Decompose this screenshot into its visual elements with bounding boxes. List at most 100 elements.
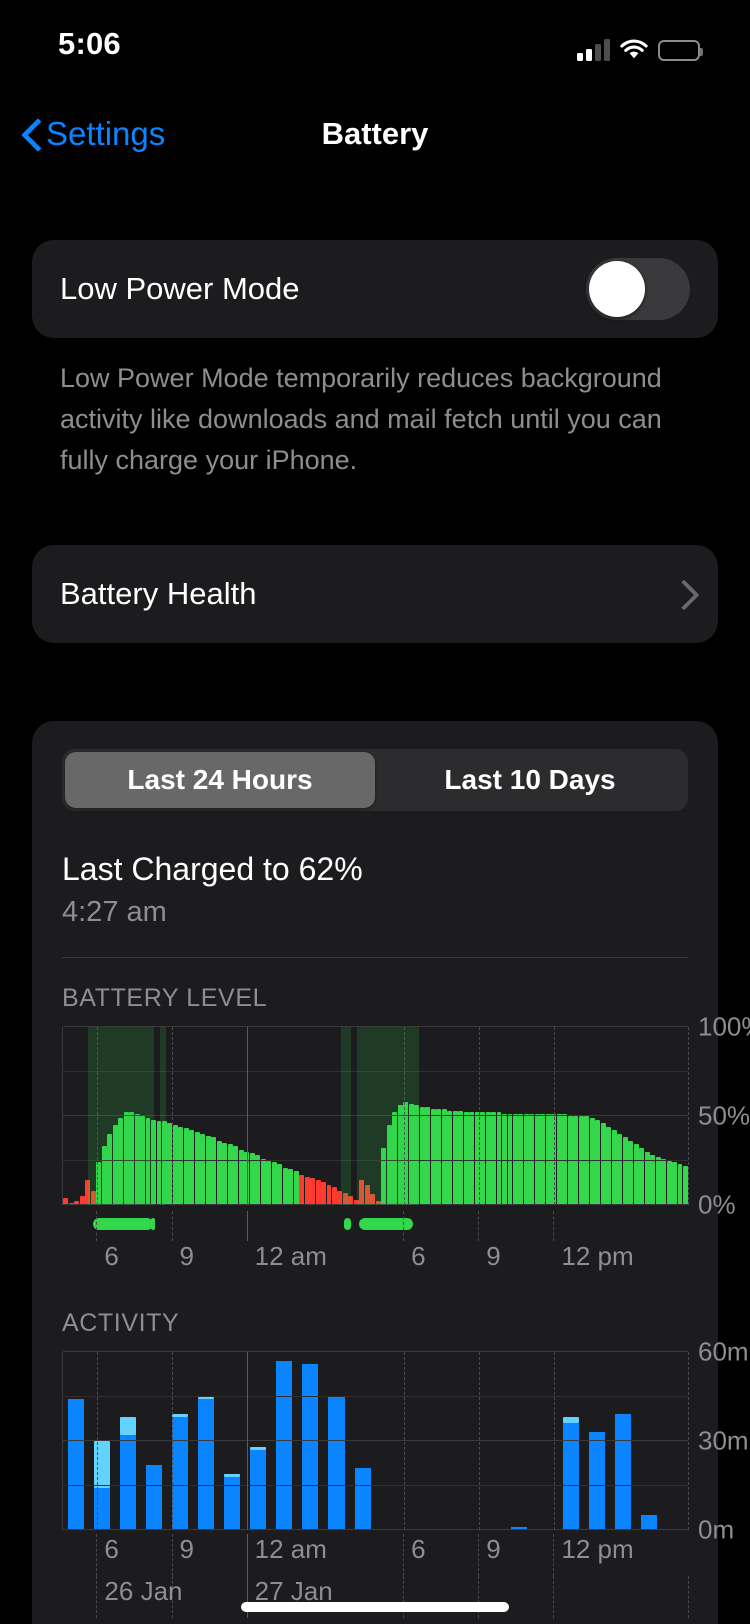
time-range-segmented-control[interactable]: Last 24 Hours Last 10 Days	[62, 749, 688, 811]
charging-period-band	[88, 1027, 154, 1205]
battery-level-bar	[227, 1144, 233, 1205]
battery-level-bar	[304, 1176, 310, 1205]
gridline-vertical	[478, 1534, 480, 1576]
battery-level-bar	[606, 1126, 612, 1205]
low-power-mode-toggle[interactable]	[586, 258, 690, 320]
gridline-vertical	[478, 1352, 480, 1530]
activity-bar-screen-on	[614, 1414, 632, 1530]
activity-bar-screen-on	[146, 1464, 163, 1530]
activity-x-axis: 6 9 12 am 6 9 12 pm	[62, 1534, 688, 1576]
battery-level-bar	[677, 1164, 683, 1205]
segment-last-24-hours[interactable]: Last 24 Hours	[65, 752, 375, 808]
gridline-vertical	[171, 1211, 173, 1241]
activity-bar-screen-on	[250, 1449, 267, 1530]
battery-level-bar	[216, 1140, 222, 1205]
x-axis-tick-label: 12 pm	[561, 1534, 634, 1564]
low-power-mode-card: Low Power Mode	[32, 240, 718, 338]
battery-level-bar	[661, 1158, 667, 1205]
charging-indicator-pill	[343, 1218, 352, 1230]
y-axis-tick-label: 0%	[698, 1189, 736, 1220]
x-axis-tick-label: 6	[104, 1534, 119, 1564]
activity-bar-screen-on	[354, 1467, 371, 1530]
charging-indicator-pill	[150, 1218, 156, 1230]
activity-bar-screen-on	[302, 1363, 319, 1530]
settings-content: Low Power Mode Low Power Mode temporaril…	[0, 240, 750, 1624]
gridline-vertical	[246, 1211, 248, 1241]
x-axis-tick-label: 9	[486, 1241, 501, 1271]
battery-health-card: Battery Health	[32, 545, 718, 643]
navigation-bar: Settings Battery	[0, 92, 750, 176]
toggle-knob	[589, 261, 645, 317]
battery-level-bar	[573, 1116, 579, 1205]
y-axis-tick-label: 100%	[698, 1011, 750, 1042]
battery-level-bar	[436, 1108, 442, 1205]
gridline-vertical	[96, 1211, 98, 1241]
battery-level-bar	[622, 1137, 628, 1205]
activity-bar-screen-on	[588, 1432, 605, 1530]
activity-bar-screen-on	[120, 1435, 137, 1530]
battery-level-bar	[211, 1137, 217, 1205]
battery-level-bar	[266, 1160, 272, 1205]
battery-level-bar	[425, 1107, 431, 1205]
x-axis-date-label: 26 Jan	[104, 1576, 183, 1606]
activity-bar	[328, 1396, 345, 1530]
activity-bar	[588, 1432, 605, 1530]
activity-bar	[614, 1414, 632, 1530]
battery-level-bar	[458, 1110, 464, 1205]
gridline-vertical	[403, 1211, 405, 1241]
charging-period-band	[356, 1027, 420, 1205]
battery-level-bar	[238, 1149, 244, 1205]
battery-level-bar	[299, 1174, 305, 1205]
section-divider	[62, 957, 688, 958]
battery-level-bar	[222, 1142, 228, 1205]
activity-bar	[224, 1473, 241, 1530]
x-axis-tick-label: 6	[104, 1241, 119, 1271]
low-power-mode-row[interactable]: Low Power Mode	[32, 240, 718, 338]
battery-level-bar	[288, 1169, 294, 1205]
y-axis-tick-label: 0m	[698, 1514, 735, 1545]
charging-indicator-row	[62, 1211, 688, 1241]
activity-bar-screen-on	[276, 1360, 293, 1530]
gridline-horizontal	[63, 1351, 688, 1352]
gridline-horizontal-minor	[63, 1395, 688, 1397]
battery-level-bar	[189, 1130, 195, 1205]
x-axis-tick-label: 6	[411, 1534, 426, 1564]
charging-period-band	[341, 1027, 351, 1205]
battery-level-bar	[567, 1116, 573, 1205]
cellular-signal-icon	[577, 39, 610, 61]
battery-level-chart[interactable]: 0% 50% 100% 6 9 12 am 6 9 12 pm	[62, 1012, 750, 1283]
battery-level-bar	[277, 1164, 283, 1205]
battery-health-row[interactable]: Battery Health	[32, 545, 718, 643]
gridline-horizontal	[63, 1440, 688, 1441]
charging-indicator-pill	[359, 1218, 413, 1230]
activity-bar	[354, 1467, 371, 1530]
battery-level-bar	[666, 1160, 672, 1205]
battery-level-bar	[655, 1156, 661, 1205]
battery-level-bar	[249, 1153, 255, 1205]
x-axis-tick-label: 9	[179, 1534, 195, 1564]
battery-level-bar	[205, 1135, 211, 1205]
battery-level-bar	[628, 1140, 634, 1205]
activity-bar	[276, 1360, 293, 1530]
activity-bar-screen-on	[68, 1399, 85, 1530]
battery-level-bar	[172, 1124, 178, 1205]
battery-level-bar	[600, 1123, 606, 1205]
battery-level-bar	[178, 1126, 184, 1205]
activity-plot-area[interactable]	[62, 1351, 689, 1530]
home-indicator[interactable]	[241, 1602, 509, 1612]
battery-level-bar	[282, 1167, 288, 1205]
last-charged-title: Last Charged to 62%	[62, 851, 363, 887]
segment-last-10-days[interactable]: Last 10 Days	[375, 752, 685, 808]
battery-level-bar	[332, 1187, 337, 1205]
battery-usage-card: Last 24 Hours Last 10 Days Last Charged …	[32, 721, 750, 1624]
activity-bar-screen-on	[198, 1399, 215, 1530]
gridline-vertical	[553, 1211, 555, 1241]
activity-bar-screen-on	[328, 1396, 345, 1530]
battery-level-bar	[200, 1133, 206, 1205]
gridline-vertical	[247, 1352, 249, 1530]
battery-level-bar	[633, 1144, 639, 1205]
activity-chart[interactable]: 0m 30m 60m 6 9 12 am 6 9 12 pm 26 Jan 27 Jan	[62, 1337, 749, 1618]
battery-level-bar	[271, 1162, 277, 1205]
battery-level-plot-area[interactable]	[62, 1026, 689, 1205]
gridline-vertical	[172, 1027, 174, 1205]
